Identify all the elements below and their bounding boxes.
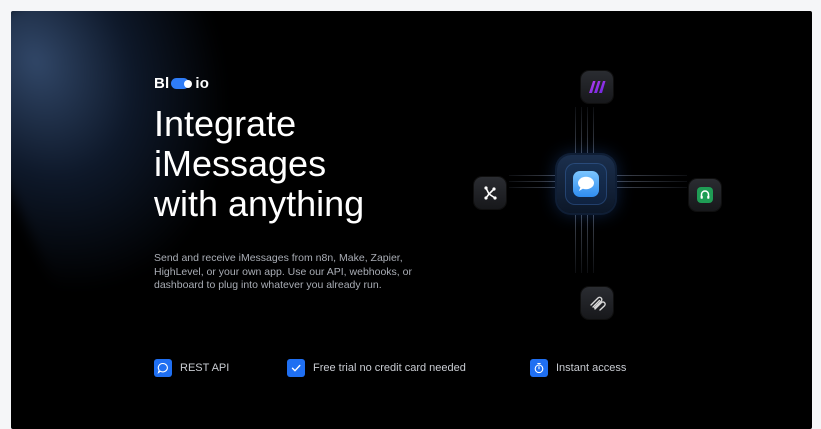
- connector-left: [509, 175, 559, 188]
- logo-text-right: io: [195, 75, 210, 92]
- feature-label: Free trial no credit card needed: [313, 362, 466, 374]
- connector-right: [615, 175, 687, 188]
- page-title: Integrate iMessages with anything: [154, 104, 454, 224]
- brand-logo[interactable]: Bl io: [154, 75, 209, 92]
- connector-bottom: [575, 213, 594, 273]
- headline-line-1: Integrate: [154, 103, 297, 144]
- headline-line-2: iMessages: [154, 143, 327, 184]
- feature-label: Instant access: [556, 362, 627, 374]
- highlevel-icon[interactable]: [689, 179, 721, 211]
- feature-instant-access: Instant access: [530, 359, 626, 377]
- feature-label: REST API: [180, 362, 230, 374]
- stopwatch-icon: [530, 359, 548, 377]
- headline-line-3: with anything: [154, 183, 365, 224]
- feature-free-trial: Free trial no credit card needed: [287, 359, 466, 377]
- make-icon[interactable]: [581, 71, 613, 103]
- imessage-icon: [565, 163, 607, 205]
- features-row: REST API Free trial no credit card neede…: [154, 359, 714, 381]
- zapier-icon[interactable]: [581, 287, 613, 319]
- connector-top: [575, 107, 594, 157]
- logo-text-left: Bl: [154, 75, 170, 92]
- logo-bubble-icon: [171, 78, 193, 89]
- checkmark-icon: [287, 359, 305, 377]
- chat-bubble-icon: [154, 359, 172, 377]
- hero-description: Send and receive iMessages from n8n, Mak…: [154, 252, 412, 291]
- imessage-hub: [557, 155, 615, 213]
- hero-section: Bl io Integrate iMessages with anything …: [11, 11, 812, 429]
- feature-rest-api: REST API: [154, 359, 229, 377]
- integration-diagram: [451, 51, 731, 321]
- n8n-icon[interactable]: [474, 177, 506, 209]
